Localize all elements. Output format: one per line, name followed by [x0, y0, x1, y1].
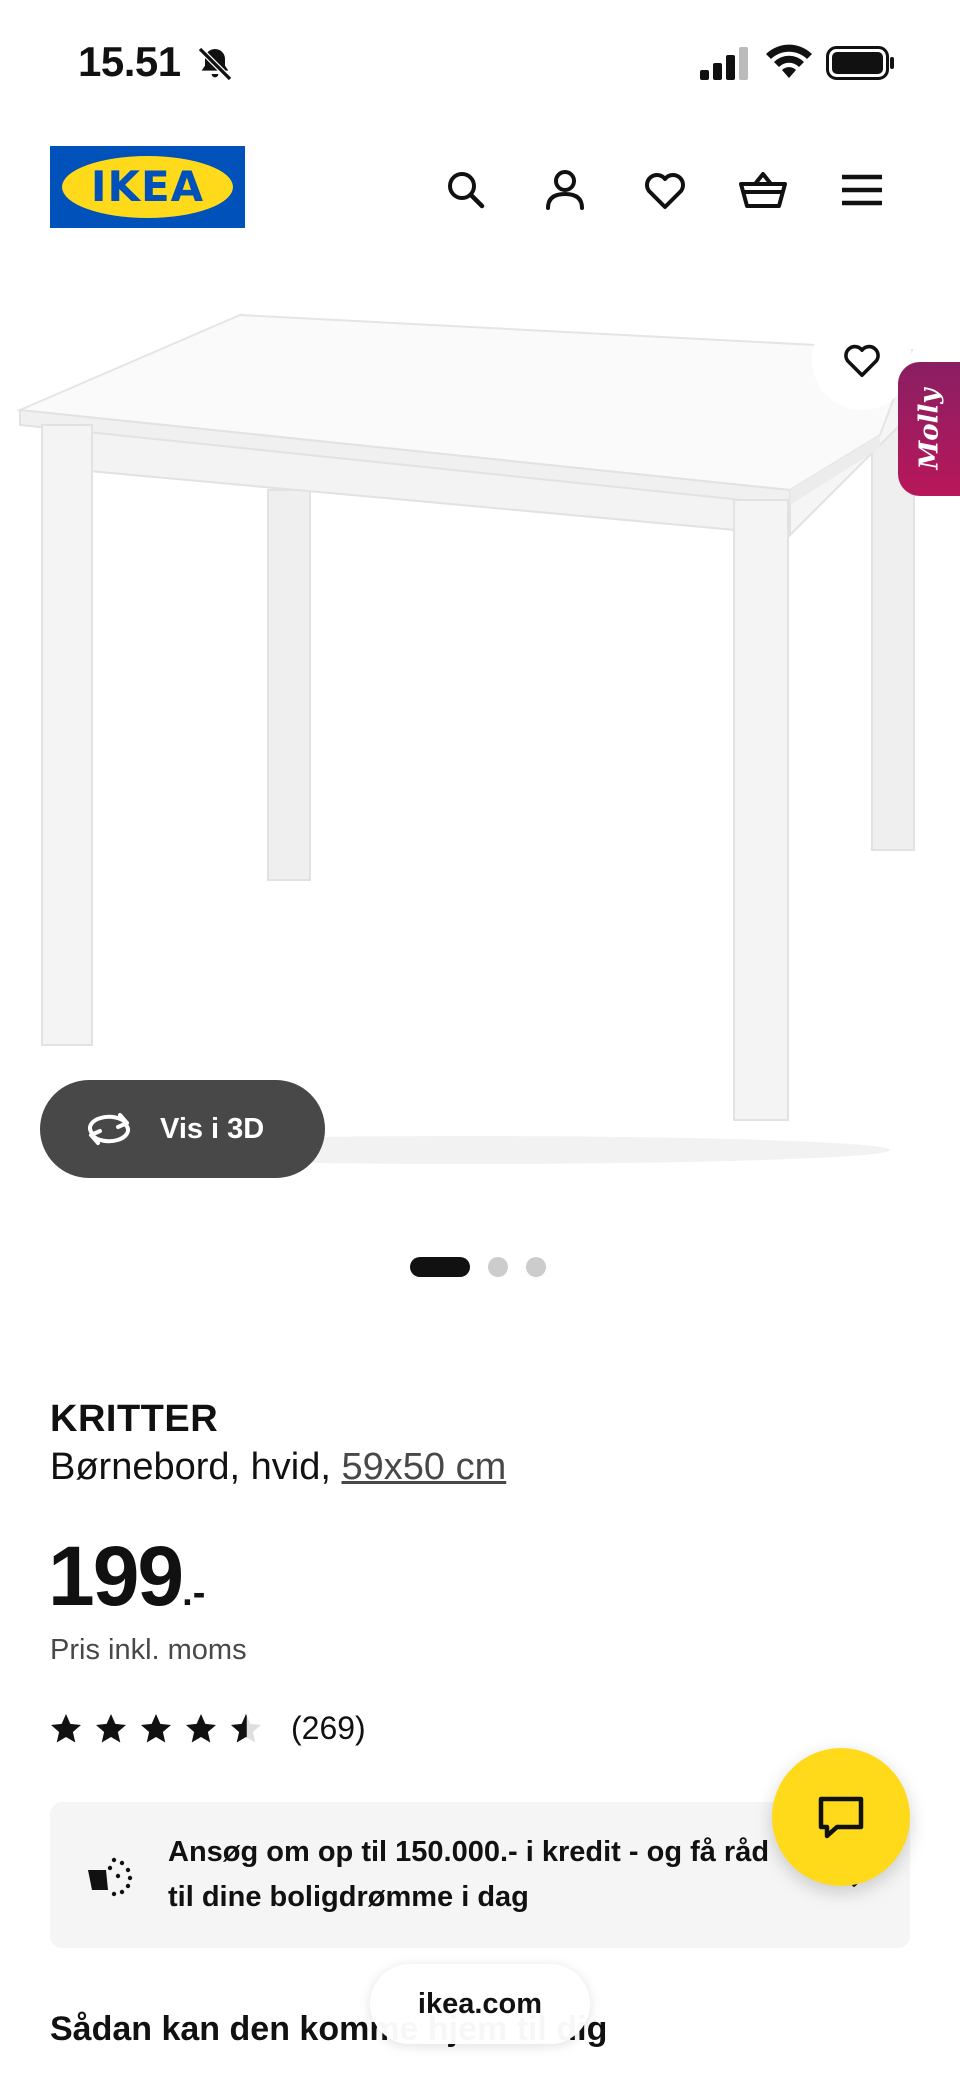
rating-count: (269): [291, 1710, 366, 1746]
site-header: IKEA: [0, 140, 960, 240]
account-icon[interactable]: [537, 162, 593, 218]
price-note: Pris inkl. moms: [50, 1634, 247, 1666]
price-suffix: .-: [182, 1572, 206, 1614]
view-in-3d-button[interactable]: Vis i 3D: [40, 1080, 325, 1178]
pagination-dot-active[interactable]: [410, 1257, 470, 1277]
browser-url-pill[interactable]: ikea.com: [370, 1964, 590, 2044]
signal-icon: [700, 47, 748, 80]
price-integer: 199: [48, 1529, 184, 1623]
pagination-dot[interactable]: [526, 1257, 546, 1277]
chat-icon: [818, 1796, 864, 1839]
star-half-icon: [231, 1713, 261, 1742]
basket-icon[interactable]: [735, 162, 791, 218]
status-bar: 15.51: [0, 0, 960, 120]
molly-label: Molly: [914, 388, 945, 470]
menu-icon[interactable]: [834, 162, 890, 218]
view-in-3d-label: Vis i 3D: [160, 1112, 265, 1145]
heart-icon: [844, 344, 880, 377]
credit-banner-text: Ansøg om op til 150.000.- i kredit - og …: [168, 1836, 770, 1913]
product-description: Børnebord, hvid, 59x50 cm: [50, 1446, 506, 1489]
product-price: 199.-: [48, 1528, 205, 1625]
molly-assistant-tab[interactable]: Molly: [898, 362, 960, 496]
status-time: 15.51: [78, 38, 181, 85]
logo-text: IKEA: [90, 162, 205, 211]
product-image-table[interactable]: [0, 290, 960, 1190]
gallery-pagination: [410, 1256, 546, 1278]
product-rating[interactable]: (269): [48, 1710, 366, 1747]
pagination-dot[interactable]: [488, 1257, 508, 1277]
credit-piggy-icon: [88, 1857, 133, 1897]
add-to-favourites-button[interactable]: [812, 310, 912, 410]
star-full-icon: [51, 1713, 81, 1742]
product-page: 15.51 IKEA Molly Vis i 3D KRITTER Børneb…: [0, 0, 960, 2078]
product-dimensions-link[interactable]: 59x50 cm: [341, 1446, 506, 1488]
star-full-icon: [186, 1713, 216, 1742]
star-full-icon: [141, 1713, 171, 1742]
rotate-3d-icon: [88, 1113, 130, 1145]
battery-icon: [826, 46, 894, 80]
product-name: KRITTER: [50, 1398, 219, 1440]
chat-button[interactable]: [772, 1748, 910, 1886]
search-icon[interactable]: [438, 162, 494, 218]
ikea-logo[interactable]: IKEA: [50, 146, 245, 228]
logo-registered-mark: [226, 160, 235, 169]
product-type: Børnebord, hvid,: [50, 1446, 342, 1488]
bell-slash-icon: [197, 46, 233, 82]
heart-icon[interactable]: [637, 162, 693, 218]
star-full-icon: [96, 1713, 126, 1742]
wifi-icon: [766, 44, 812, 78]
